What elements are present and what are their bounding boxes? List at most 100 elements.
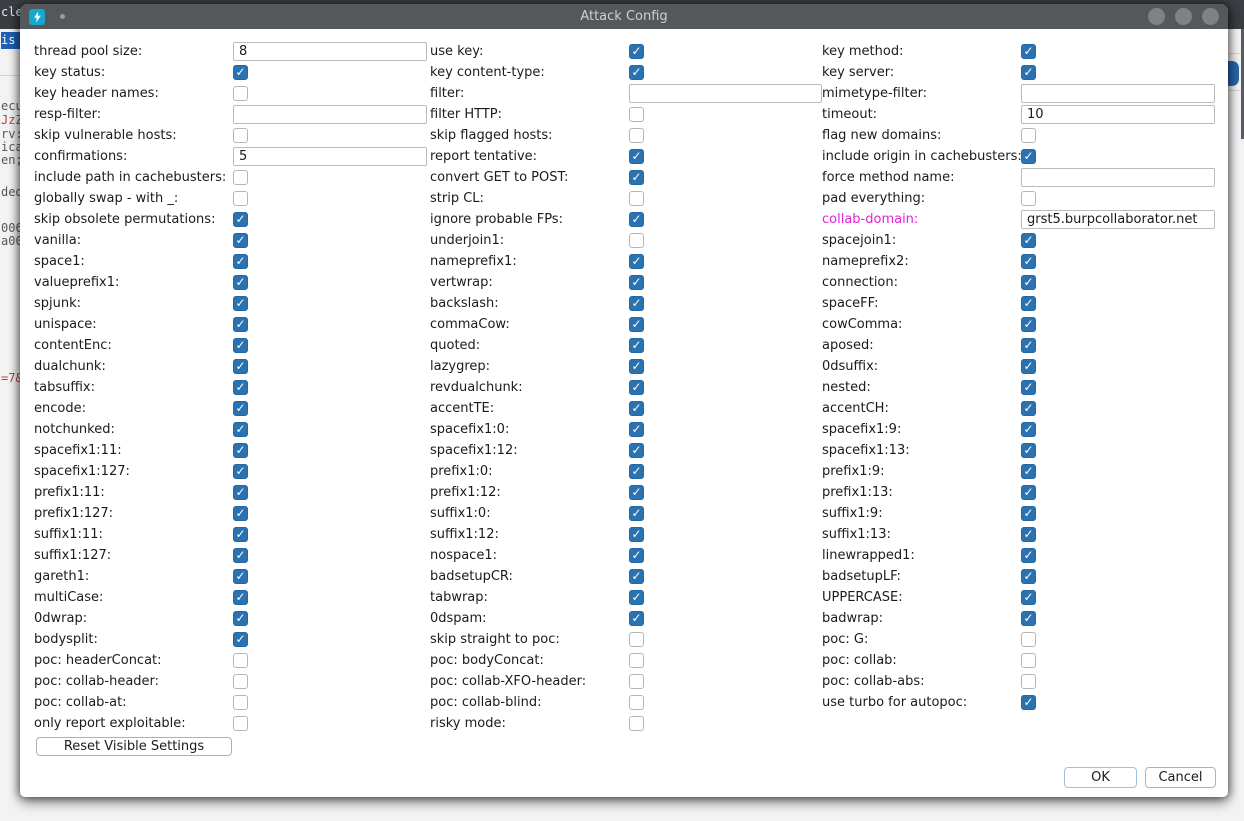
checkbox-encode[interactable]: ✓	[233, 401, 248, 416]
checkbox-poc-collab[interactable]	[1021, 653, 1036, 668]
checkbox-prefix1-0[interactable]: ✓	[629, 464, 644, 479]
checkbox-multicase[interactable]: ✓	[233, 590, 248, 605]
checkbox-include-path-in-cachebusters[interactable]	[233, 170, 248, 185]
checkbox-revdualchunk[interactable]: ✓	[629, 380, 644, 395]
checkbox-notchunked[interactable]: ✓	[233, 422, 248, 437]
checkbox-nameprefix1[interactable]: ✓	[629, 254, 644, 269]
window-close-button[interactable]	[1202, 8, 1219, 25]
input-collab-domain[interactable]	[1021, 210, 1215, 229]
input-confirmations[interactable]	[233, 147, 427, 166]
checkbox-poc-collab-blind[interactable]	[629, 695, 644, 710]
dialog-titlebar[interactable]: Attack Config	[20, 4, 1228, 29]
checkbox-only-report-exploitable[interactable]	[233, 716, 248, 731]
checkbox-spjunk[interactable]: ✓	[233, 296, 248, 311]
checkbox-nested[interactable]: ✓	[1021, 380, 1036, 395]
checkbox-include-origin-in-cachebusters[interactable]: ✓	[1021, 149, 1036, 164]
checkbox-0dwrap[interactable]: ✓	[233, 611, 248, 626]
checkbox-spacefix1-9[interactable]: ✓	[1021, 422, 1036, 437]
checkbox-0dsuffix[interactable]: ✓	[1021, 359, 1036, 374]
checkbox-key-server[interactable]: ✓	[1021, 65, 1036, 80]
input-mimetype-filter[interactable]	[1021, 84, 1215, 103]
checkbox-0dspam[interactable]: ✓	[629, 611, 644, 626]
checkbox-vanilla[interactable]: ✓	[233, 233, 248, 248]
checkbox-skip-obsolete-permutations[interactable]: ✓	[233, 212, 248, 227]
checkbox-key-content-type[interactable]: ✓	[629, 65, 644, 80]
input-filter[interactable]	[629, 84, 822, 103]
checkbox-spacefix1-127[interactable]: ✓	[233, 464, 248, 479]
checkbox-flag-new-domains[interactable]	[1021, 128, 1036, 143]
input-force-method-name[interactable]	[1021, 168, 1215, 187]
checkbox-skip-flagged-hosts[interactable]	[629, 128, 644, 143]
checkbox-badsetuplf[interactable]: ✓	[1021, 569, 1036, 584]
checkbox-accentch[interactable]: ✓	[1021, 401, 1036, 416]
window-maximize-button[interactable]	[1175, 8, 1192, 25]
checkbox-spacefix1-11[interactable]: ✓	[233, 443, 248, 458]
checkbox-uppercase[interactable]: ✓	[1021, 590, 1036, 605]
checkbox-nospace1[interactable]: ✓	[629, 548, 644, 563]
checkbox-prefix1-12[interactable]: ✓	[629, 485, 644, 500]
checkbox-valueprefix1[interactable]: ✓	[233, 275, 248, 290]
checkbox-cowcomma[interactable]: ✓	[1021, 317, 1036, 332]
checkbox-report-tentative[interactable]: ✓	[629, 149, 644, 164]
checkbox-suffix1-11[interactable]: ✓	[233, 527, 248, 542]
checkbox-suffix1-0[interactable]: ✓	[629, 506, 644, 521]
checkbox-pad-everything[interactable]	[1021, 191, 1036, 206]
checkbox-spacefix1-13[interactable]: ✓	[1021, 443, 1036, 458]
checkbox-prefix1-127[interactable]: ✓	[233, 506, 248, 521]
checkbox-spacefix1-0[interactable]: ✓	[629, 422, 644, 437]
checkbox-badwrap[interactable]: ✓	[1021, 611, 1036, 626]
checkbox-use-key[interactable]: ✓	[629, 44, 644, 59]
checkbox-globally-swap-with[interactable]	[233, 191, 248, 206]
checkbox-poc-collab-abs[interactable]	[1021, 674, 1036, 689]
checkbox-bodysplit[interactable]: ✓	[233, 632, 248, 647]
checkbox-spacejoin1[interactable]: ✓	[1021, 233, 1036, 248]
checkbox-tabsuffix[interactable]: ✓	[233, 380, 248, 395]
checkbox-spacefix1-12[interactable]: ✓	[629, 443, 644, 458]
checkbox-unispace[interactable]: ✓	[233, 317, 248, 332]
checkbox-connection[interactable]: ✓	[1021, 275, 1036, 290]
checkbox-accentte[interactable]: ✓	[629, 401, 644, 416]
checkbox-gareth1[interactable]: ✓	[233, 569, 248, 584]
checkbox-backslash[interactable]: ✓	[629, 296, 644, 311]
checkbox-nameprefix2[interactable]: ✓	[1021, 254, 1036, 269]
checkbox-lazygrep[interactable]: ✓	[629, 359, 644, 374]
checkbox-commacow[interactable]: ✓	[629, 317, 644, 332]
checkbox-quoted[interactable]: ✓	[629, 338, 644, 353]
checkbox-use-turbo-for-autopoc[interactable]: ✓	[1021, 695, 1036, 710]
checkbox-tabwrap[interactable]: ✓	[629, 590, 644, 605]
checkbox-key-status[interactable]: ✓	[233, 65, 248, 80]
checkbox-poc-bodyconcat[interactable]	[629, 653, 644, 668]
input-timeout[interactable]	[1021, 105, 1215, 124]
input-thread-pool-size[interactable]	[233, 42, 427, 61]
checkbox-dualchunk[interactable]: ✓	[233, 359, 248, 374]
checkbox-prefix1-13[interactable]: ✓	[1021, 485, 1036, 500]
checkbox-poc-collab-xfo-header[interactable]	[629, 674, 644, 689]
cancel-button[interactable]: Cancel	[1145, 767, 1216, 788]
checkbox-prefix1-11[interactable]: ✓	[233, 485, 248, 500]
checkbox-linewrapped1[interactable]: ✓	[1021, 548, 1036, 563]
checkbox-underjoin1[interactable]	[629, 233, 644, 248]
checkbox-key-header-names[interactable]	[233, 86, 248, 101]
checkbox-aposed[interactable]: ✓	[1021, 338, 1036, 353]
checkbox-poc-collab-header[interactable]	[233, 674, 248, 689]
checkbox-risky-mode[interactable]	[629, 716, 644, 731]
checkbox-space1[interactable]: ✓	[233, 254, 248, 269]
checkbox-suffix1-9[interactable]: ✓	[1021, 506, 1036, 521]
checkbox-strip-cl[interactable]	[629, 191, 644, 206]
checkbox-skip-straight-to-poc[interactable]	[629, 632, 644, 647]
checkbox-prefix1-9[interactable]: ✓	[1021, 464, 1036, 479]
checkbox-poc-headerconcat[interactable]	[233, 653, 248, 668]
ok-button[interactable]: OK	[1064, 767, 1137, 788]
checkbox-ignore-probable-fps[interactable]: ✓	[629, 212, 644, 227]
checkbox-suffix1-12[interactable]: ✓	[629, 527, 644, 542]
checkbox-skip-vulnerable-hosts[interactable]	[233, 128, 248, 143]
checkbox-poc-g[interactable]	[1021, 632, 1036, 647]
checkbox-filter-http[interactable]	[629, 107, 644, 122]
checkbox-contentenc[interactable]: ✓	[233, 338, 248, 353]
window-minimize-button[interactable]	[1148, 8, 1165, 25]
checkbox-poc-collab-at[interactable]	[233, 695, 248, 710]
checkbox-suffix1-13[interactable]: ✓	[1021, 527, 1036, 542]
checkbox-key-method[interactable]: ✓	[1021, 44, 1036, 59]
input-resp-filter[interactable]	[233, 105, 427, 124]
checkbox-vertwrap[interactable]: ✓	[629, 275, 644, 290]
